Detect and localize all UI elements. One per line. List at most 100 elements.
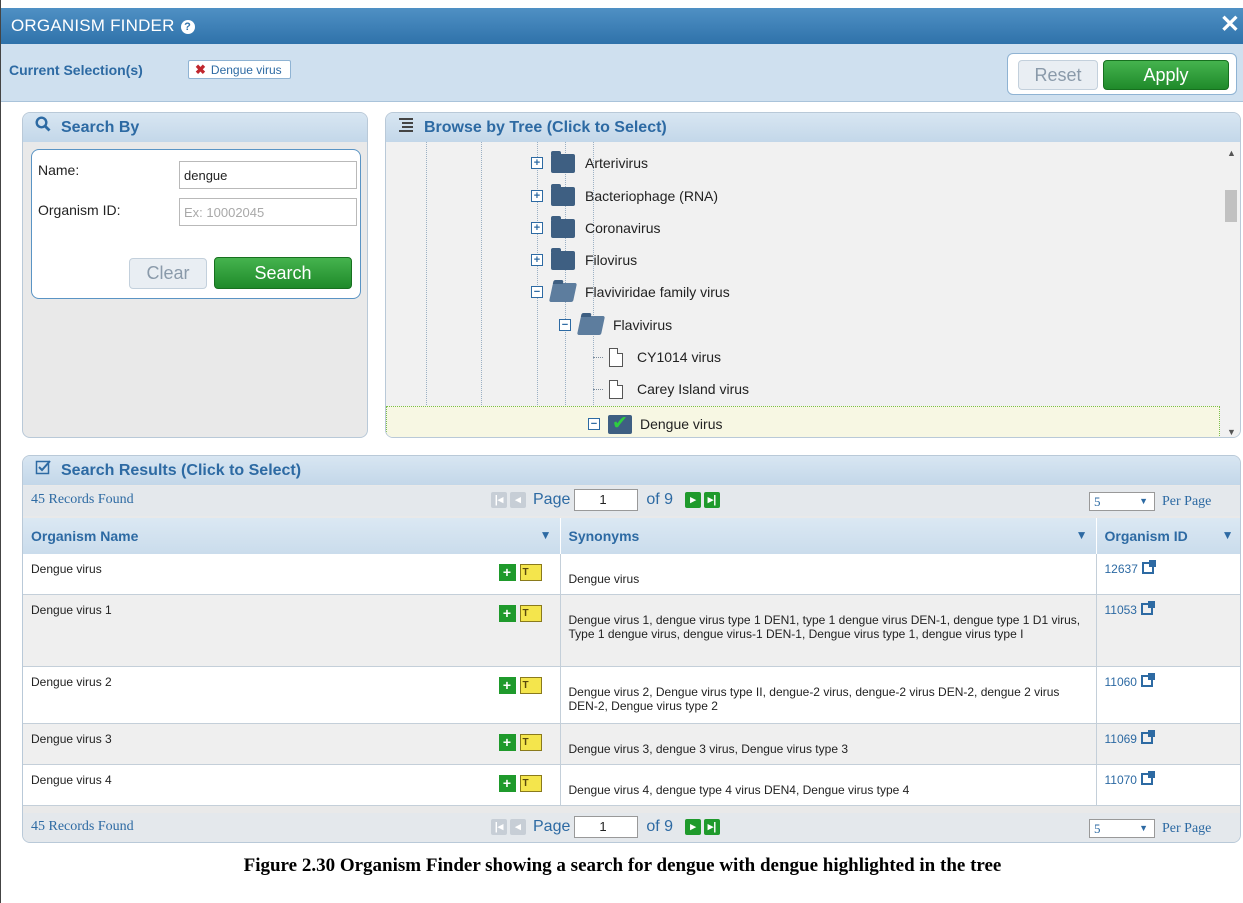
- organism-name: Dengue virus 2: [31, 675, 112, 689]
- tree-connector: [593, 356, 603, 358]
- apply-button[interactable]: Apply: [1103, 60, 1229, 90]
- organism-id-link[interactable]: 11069: [1105, 732, 1137, 746]
- column-label: Synonyms: [568, 528, 640, 544]
- external-link-icon[interactable]: [1140, 673, 1155, 687]
- tree-node-flavivirus[interactable]: − Flavivirus: [386, 308, 1220, 340]
- add-icon[interactable]: +: [498, 564, 516, 581]
- page-of: of 9: [646, 491, 674, 508]
- tree-node-bacteriophage[interactable]: + Bacteriophage (RNA): [386, 179, 1220, 211]
- note-icon[interactable]: T: [519, 605, 542, 622]
- per-page-select[interactable]: 5: [1089, 492, 1155, 511]
- synonyms-cell: Dengue virus 2, Dengue virus type II, de…: [560, 666, 1097, 724]
- tree-node-label: Carey Island virus: [637, 381, 750, 397]
- chevron-down-icon[interactable]: ▼: [540, 528, 552, 542]
- tree-node-flaviviridae[interactable]: − Flaviviridae family virus: [386, 275, 1220, 307]
- add-icon[interactable]: +: [498, 677, 516, 694]
- next-page-icon[interactable]: ▸: [685, 492, 702, 508]
- search-icon: [35, 113, 55, 142]
- search-button[interactable]: Search: [214, 257, 352, 289]
- organism-id-link[interactable]: 11060: [1105, 675, 1137, 689]
- expand-icon[interactable]: +: [531, 254, 543, 266]
- external-link-icon[interactable]: [1140, 730, 1155, 744]
- search-form: Name: Organism ID: Clear Search: [31, 149, 361, 299]
- collapse-icon[interactable]: −: [588, 418, 600, 430]
- organism-id-link[interactable]: 12637: [1105, 562, 1138, 576]
- synonyms-text: Dengue virus 2, Dengue virus type II, de…: [568, 685, 1060, 713]
- first-page-icon[interactable]: |◂: [491, 492, 507, 508]
- tree-node-cy1014[interactable]: CY1014 virus: [386, 340, 1220, 372]
- external-link-icon[interactable]: [1140, 601, 1155, 615]
- title-bar: ORGANISM FINDER? ✕: [1, 8, 1243, 44]
- chevron-down-icon[interactable]: ▼: [1222, 528, 1234, 542]
- collapse-icon[interactable]: −: [559, 319, 571, 331]
- expand-icon[interactable]: +: [531, 157, 543, 169]
- tree-connector: [593, 388, 603, 390]
- last-page-icon[interactable]: ▸|: [704, 819, 721, 835]
- external-link-icon[interactable]: [1141, 560, 1156, 574]
- browse-tree-header: Browse by Tree (Click to Select): [386, 113, 1240, 142]
- synonyms-cell: Dengue virus: [560, 554, 1097, 595]
- last-page-icon[interactable]: ▸|: [704, 492, 721, 508]
- note-icon[interactable]: T: [519, 775, 542, 792]
- tree-node-carey-island[interactable]: Carey Island virus: [386, 372, 1220, 404]
- column-organism-id[interactable]: Organism ID ▼: [1096, 518, 1240, 554]
- prev-page-icon[interactable]: ◂: [510, 492, 526, 508]
- tree-node-label: Flaviviridae family virus: [585, 284, 730, 300]
- selection-chip[interactable]: ✖ Dengue virus: [188, 60, 291, 79]
- tree-node-arterivirus[interactable]: + Arterivirus: [386, 146, 1220, 178]
- table-row[interactable]: Dengue virus 4 + T Dengue virus 4, dengue …: [23, 764, 1240, 806]
- table-row[interactable]: Dengue virus 1 + T Dengue virus 1, dengue …: [23, 594, 1240, 667]
- reset-button[interactable]: Reset: [1018, 60, 1098, 90]
- tree-node-coronavirus[interactable]: + Coronavirus: [386, 211, 1220, 243]
- table-row[interactable]: Dengue virus + T Dengue virus 12637: [23, 554, 1240, 595]
- clear-button[interactable]: Clear: [129, 258, 207, 289]
- column-organism-name[interactable]: Organism Name ▼: [23, 518, 561, 554]
- prev-page-icon[interactable]: ◂: [510, 819, 526, 835]
- help-icon[interactable]: ?: [180, 20, 195, 34]
- window-title-text: ORGANISM FINDER: [11, 16, 175, 35]
- collapse-icon[interactable]: −: [531, 286, 543, 298]
- first-page-icon[interactable]: |◂: [491, 819, 507, 835]
- table-row[interactable]: Dengue virus 3 + T Dengue virus 3, dengue …: [23, 723, 1240, 765]
- tree-node-dengue-virus[interactable]: − Dengue virus: [386, 406, 1220, 437]
- action-buttons: Reset Apply: [1007, 53, 1237, 95]
- note-icon[interactable]: T: [519, 564, 542, 581]
- records-found: 45 Records Found: [31, 819, 134, 834]
- tree-node-label: Filovirus: [585, 252, 638, 268]
- add-icon[interactable]: +: [498, 605, 516, 622]
- table-row[interactable]: Dengue virus 2 + T Dengue virus 2, Dengue …: [23, 666, 1240, 724]
- organism-id-link[interactable]: 11053: [1105, 603, 1137, 617]
- per-page-label: Per Page: [1162, 820, 1212, 836]
- expand-icon[interactable]: +: [531, 190, 543, 202]
- organism-id-input[interactable]: [179, 198, 357, 226]
- tree-body: + Arterivirus + Bacteriophage (RNA) + Coron…: [386, 142, 1220, 437]
- column-synonyms[interactable]: Synonyms ▼: [560, 518, 1097, 554]
- per-page-select[interactable]: 5: [1089, 819, 1155, 838]
- search-by-panel: Search By Name: Organism ID: Clear Searc…: [22, 112, 368, 438]
- chevron-down-icon[interactable]: ▼: [1076, 528, 1088, 542]
- close-icon[interactable]: ✕: [1220, 12, 1240, 38]
- tree-node-filovirus[interactable]: + Filovirus: [386, 243, 1220, 275]
- expand-icon[interactable]: +: [531, 222, 543, 234]
- scroll-up-icon[interactable]: ▲: [1227, 148, 1236, 158]
- note-icon[interactable]: T: [519, 734, 542, 751]
- scroll-down-icon[interactable]: ▼: [1227, 427, 1236, 437]
- document-icon: [609, 379, 623, 399]
- organism-id-link[interactable]: 11070: [1105, 773, 1137, 787]
- add-icon[interactable]: +: [498, 775, 516, 792]
- page-input[interactable]: 1: [574, 489, 639, 511]
- next-page-icon[interactable]: ▸: [685, 819, 702, 835]
- external-link-icon[interactable]: [1140, 771, 1155, 785]
- name-input[interactable]: [179, 161, 357, 189]
- remove-chip-icon[interactable]: ✖: [195, 62, 206, 77]
- note-icon[interactable]: T: [519, 677, 542, 694]
- organism-name-cell: Dengue virus 1 + T: [23, 594, 561, 667]
- synonyms-text: Dengue virus 4, dengue type 4 virus DEN4…: [568, 783, 910, 797]
- page-input[interactable]: 1: [574, 816, 639, 838]
- tree-scrollbar[interactable]: ▲ ▼: [1220, 142, 1240, 437]
- add-icon[interactable]: +: [498, 734, 516, 751]
- records-found: 45 Records Found: [31, 492, 134, 507]
- search-results-panel: Search Results (Click to Select) 45 Reco…: [22, 455, 1241, 843]
- synonyms-cell: Dengue virus 3, dengue 3 virus, Dengue v…: [560, 723, 1097, 765]
- scroll-thumb[interactable]: [1225, 190, 1237, 222]
